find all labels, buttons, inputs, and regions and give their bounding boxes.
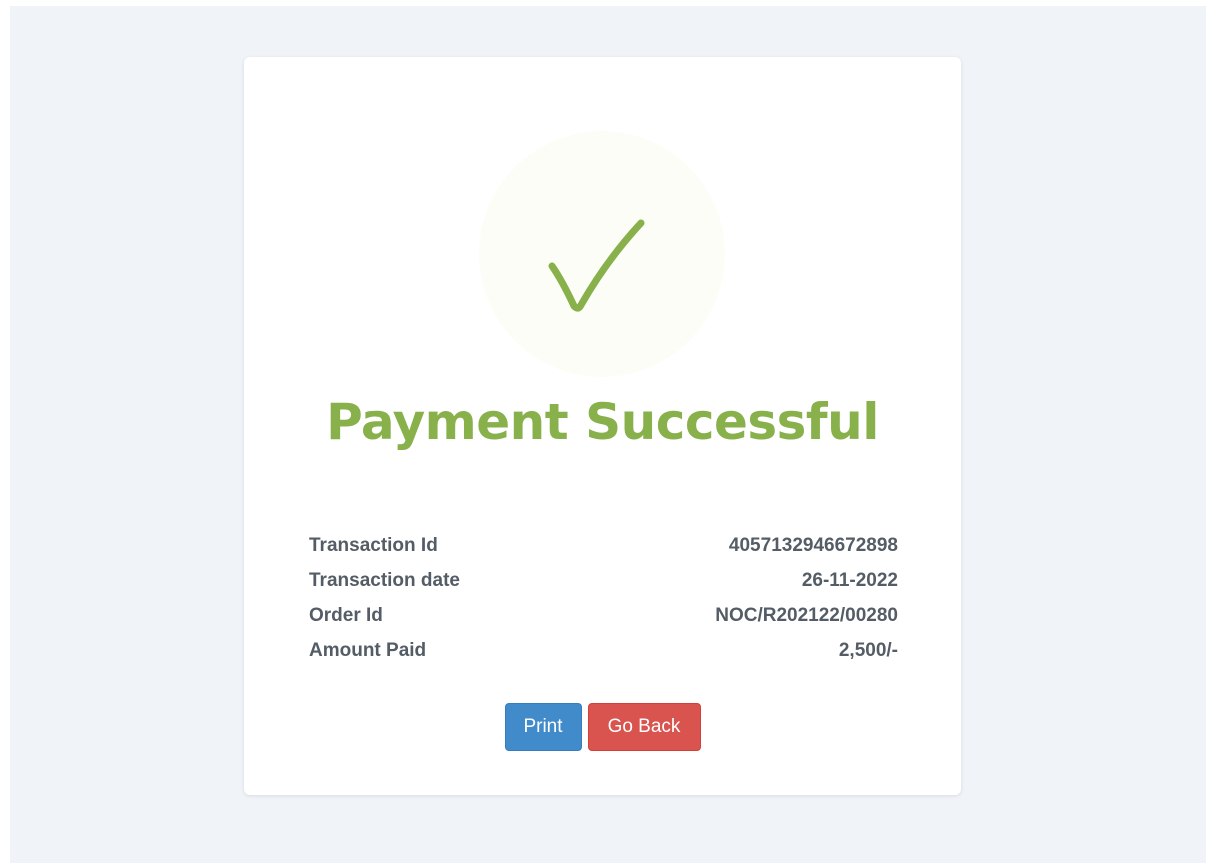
detail-value: NOC/R202122/00280 (715, 605, 898, 626)
go-back-button[interactable]: Go Back (587, 703, 701, 751)
print-button[interactable]: Print (504, 703, 582, 751)
payment-receipt-card: Payment Successful Transaction Id 405713… (244, 57, 961, 795)
detail-value: 26-11-2022 (801, 570, 898, 591)
detail-row-transaction-id: Transaction Id 4057132946672898 (309, 533, 898, 568)
detail-value: 4057132946672898 (728, 535, 898, 556)
detail-value: 2,500/- (838, 640, 898, 661)
page-title: Payment Successful (326, 393, 879, 451)
detail-label: Order Id (309, 605, 383, 626)
detail-row-amount-paid: Amount Paid 2,500/- (309, 638, 898, 673)
detail-label: Transaction date (309, 570, 460, 591)
detail-row-order-id: Order Id NOC/R202122/00280 (309, 603, 898, 638)
action-buttons: Print Go Back (244, 703, 961, 751)
transaction-details: Transaction Id 4057132946672898 Transact… (309, 533, 898, 673)
success-icon-circle (479, 131, 725, 377)
detail-label: Amount Paid (309, 640, 427, 661)
detail-label: Transaction Id (309, 535, 438, 556)
checkmark-icon (548, 219, 645, 312)
detail-row-transaction-date: Transaction date 26-11-2022 (309, 568, 898, 603)
